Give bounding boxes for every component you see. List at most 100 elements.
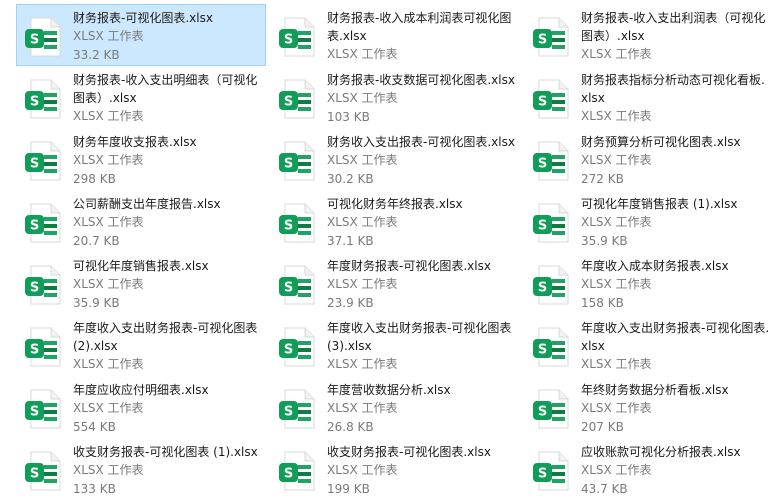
file-type: XLSX 工作表 xyxy=(327,401,398,415)
xlsx-file-icon: S xyxy=(533,203,569,243)
file-item[interactable]: S 财务预算分析可视化图表.xlsx XLSX 工作表 272 KB xyxy=(524,128,774,190)
file-name: 应收账款可视化分析报表.xlsx xyxy=(581,445,741,459)
file-info: 财务报表-收入支出明细表（可视化图表）.xlsx XLSX 工作表 xyxy=(73,71,267,126)
svg-text:S: S xyxy=(30,467,39,482)
xlsx-file-icon: S xyxy=(279,141,315,181)
file-info: 年度收入支出财务报表-可视化图表.xlsx XLSX 工作表 xyxy=(581,319,771,374)
file-item[interactable]: S 年度应收应付明细表.xlsx XLSX 工作表 554 KB xyxy=(16,376,270,438)
file-size: 35.9 KB xyxy=(73,296,120,310)
file-name: 年终财务数据分析看板.xlsx xyxy=(581,383,729,397)
file-name: 年度财务报表-可视化图表.xlsx xyxy=(327,259,491,273)
file-info: 年终财务数据分析看板.xlsx XLSX 工作表 207 KB xyxy=(581,381,771,437)
file-item[interactable]: S 可视化年度销售报表 (1).xlsx XLSX 工作表 35.9 KB xyxy=(524,190,774,252)
file-info: 应收账款可视化分析报表.xlsx XLSX 工作表 43.7 KB xyxy=(581,443,771,499)
svg-text:S: S xyxy=(538,33,547,48)
file-type: XLSX 工作表 xyxy=(73,109,144,123)
file-item[interactable]: S 年终财务数据分析看板.xlsx XLSX 工作表 207 KB xyxy=(524,376,774,438)
svg-text:S: S xyxy=(284,467,293,482)
file-type: XLSX 工作表 xyxy=(327,215,398,229)
file-size: 554 KB xyxy=(73,420,116,434)
file-item[interactable]: S 财务报表-收入成本利润表可视化图表.xlsx XLSX 工作表 xyxy=(270,4,524,66)
file-type: XLSX 工作表 xyxy=(327,47,398,61)
file-type: XLSX 工作表 xyxy=(581,215,652,229)
svg-text:S: S xyxy=(30,405,39,420)
svg-text:S: S xyxy=(538,219,547,234)
file-name: 可视化年度销售报表 (1).xlsx xyxy=(581,197,738,211)
file-item[interactable]: S 财务收入支出报表-可视化图表.xlsx XLSX 工作表 30.2 KB xyxy=(270,128,524,190)
file-name: 年度收入支出财务报表-可视化图表.xlsx xyxy=(581,321,770,353)
file-info: 财务预算分析可视化图表.xlsx XLSX 工作表 272 KB xyxy=(581,133,771,189)
file-item[interactable]: S 年度收入支出财务报表-可视化图表(2).xlsx XLSX 工作表 xyxy=(16,314,270,376)
xlsx-file-icon: S xyxy=(533,389,569,429)
file-info: 财务报表-可视化图表.xlsx XLSX 工作表 33.2 KB xyxy=(73,9,263,65)
file-name: 年度收入成本财务报表.xlsx xyxy=(581,259,729,273)
file-info: 可视化年度销售报表.xlsx XLSX 工作表 35.9 KB xyxy=(73,257,267,313)
file-name: 财务报表-收入成本利润表可视化图表.xlsx xyxy=(327,11,512,43)
file-info: 可视化年度销售报表 (1).xlsx XLSX 工作表 35.9 KB xyxy=(581,195,771,251)
file-name: 年度应收应付明细表.xlsx xyxy=(73,383,209,397)
file-item[interactable]: S 年度营收数据分析.xlsx XLSX 工作表 26.8 KB xyxy=(270,376,524,438)
svg-text:S: S xyxy=(538,281,547,296)
file-size: 43.7 KB xyxy=(581,482,628,496)
file-type: XLSX 工作表 xyxy=(581,109,652,123)
svg-text:S: S xyxy=(284,95,293,110)
file-item[interactable]: S 财务报表指标分析动态可视化看板.xlsx XLSX 工作表 xyxy=(524,66,774,128)
file-name: 年度营收数据分析.xlsx xyxy=(327,383,451,397)
file-item[interactable]: S 年度收入支出财务报表-可视化图表(3).xlsx XLSX 工作表 xyxy=(270,314,524,376)
file-name: 财务报表-收支数据可视化图表.xlsx xyxy=(327,73,515,87)
file-size: 133 KB xyxy=(73,482,116,496)
file-type: XLSX 工作表 xyxy=(327,357,398,371)
file-info: 年度收入支出财务报表-可视化图表(3).xlsx XLSX 工作表 xyxy=(327,319,521,374)
file-item[interactable]: S 财务报表-收支数据可视化图表.xlsx XLSX 工作表 103 KB xyxy=(270,66,524,128)
file-name: 财务报表指标分析动态可视化看板.xlsx xyxy=(581,73,765,105)
svg-text:S: S xyxy=(538,95,547,110)
svg-text:S: S xyxy=(284,405,293,420)
file-item[interactable]: S 财务报表-可视化图表.xlsx XLSX 工作表 33.2 KB xyxy=(16,4,266,66)
svg-text:S: S xyxy=(284,33,293,48)
xlsx-file-icon: S xyxy=(25,79,61,119)
xlsx-file-icon: S xyxy=(533,327,569,367)
xlsx-file-icon: S xyxy=(279,265,315,305)
file-size: 26.8 KB xyxy=(327,420,374,434)
file-name: 财务报表-收入支出利润表（可视化图表）.xlsx xyxy=(581,11,766,43)
xlsx-file-icon: S xyxy=(533,17,569,57)
svg-text:S: S xyxy=(30,343,39,358)
file-type: XLSX 工作表 xyxy=(327,277,398,291)
file-item[interactable]: S 财务报表-收入支出利润表（可视化图表）.xlsx XLSX 工作表 xyxy=(524,4,774,66)
file-size: 30.2 KB xyxy=(327,172,374,186)
file-info: 财务报表-收支数据可视化图表.xlsx XLSX 工作表 103 KB xyxy=(327,71,521,127)
file-size: 199 KB xyxy=(327,482,370,496)
xlsx-file-icon: S xyxy=(279,79,315,119)
file-name: 财务年度收支报表.xlsx xyxy=(73,135,197,149)
xlsx-file-icon: S xyxy=(279,327,315,367)
file-name: 收支财务报表-可视化图表.xlsx xyxy=(327,445,491,459)
file-item[interactable]: S 年度财务报表-可视化图表.xlsx XLSX 工作表 23.9 KB xyxy=(270,252,524,314)
file-item[interactable]: S 年度收入支出财务报表-可视化图表.xlsx XLSX 工作表 xyxy=(524,314,774,376)
svg-text:S: S xyxy=(538,157,547,172)
file-info: 年度应收应付明细表.xlsx XLSX 工作表 554 KB xyxy=(73,381,267,437)
file-type: XLSX 工作表 xyxy=(581,401,652,415)
xlsx-file-icon: S xyxy=(25,141,61,181)
xlsx-file-icon: S xyxy=(25,451,61,491)
xlsx-file-icon: S xyxy=(533,79,569,119)
file-name: 财务报表-收入支出明细表（可视化图表）.xlsx xyxy=(73,73,258,105)
file-info: 财务报表-收入支出利润表（可视化图表）.xlsx XLSX 工作表 xyxy=(581,9,771,64)
xlsx-file-icon: S xyxy=(25,327,61,367)
file-type: XLSX 工作表 xyxy=(327,463,398,477)
file-info: 可视化财务年终报表.xlsx XLSX 工作表 37.1 KB xyxy=(327,195,521,251)
file-item[interactable]: S 公司薪酬支出年度报告.xlsx XLSX 工作表 20.7 KB xyxy=(16,190,270,252)
file-item[interactable]: S 收支财务报表-可视化图表 (1).xlsx XLSX 工作表 133 KB xyxy=(16,438,270,500)
file-size: 33.2 KB xyxy=(73,48,120,62)
file-item[interactable]: S 收支财务报表-可视化图表.xlsx XLSX 工作表 199 KB xyxy=(270,438,524,500)
file-name: 年度收入支出财务报表-可视化图表(3).xlsx xyxy=(327,321,512,353)
file-item[interactable]: S 应收账款可视化分析报表.xlsx XLSX 工作表 43.7 KB xyxy=(524,438,774,500)
file-item[interactable]: S 财务年度收支报表.xlsx XLSX 工作表 298 KB xyxy=(16,128,270,190)
file-item[interactable]: S 财务报表-收入支出明细表（可视化图表）.xlsx XLSX 工作表 xyxy=(16,66,270,128)
file-info: 公司薪酬支出年度报告.xlsx XLSX 工作表 20.7 KB xyxy=(73,195,267,251)
file-item[interactable]: S 可视化财务年终报表.xlsx XLSX 工作表 37.1 KB xyxy=(270,190,524,252)
file-item[interactable]: S 可视化年度销售报表.xlsx XLSX 工作表 35.9 KB xyxy=(16,252,270,314)
file-item[interactable]: S 年度收入成本财务报表.xlsx XLSX 工作表 158 KB xyxy=(524,252,774,314)
svg-text:S: S xyxy=(284,281,293,296)
file-info: 财务收入支出报表-可视化图表.xlsx XLSX 工作表 30.2 KB xyxy=(327,133,521,189)
file-name: 财务收入支出报表-可视化图表.xlsx xyxy=(327,135,515,149)
